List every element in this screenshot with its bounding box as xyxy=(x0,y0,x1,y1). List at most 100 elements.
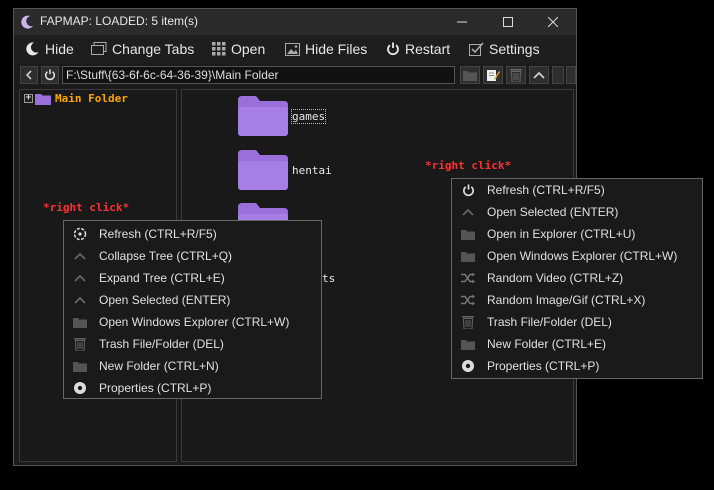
files-context-menu: Refresh (CTRL+R/F5) Open Selected (ENTER… xyxy=(451,178,703,379)
tree-node-main-folder[interactable]: + Main Folder xyxy=(24,92,128,105)
file-item[interactable]: games xyxy=(238,96,327,136)
ctx-new-folder-label: New Folder (CTRL+E) xyxy=(487,337,607,351)
ctx-open-selected-label: Open Selected (ENTER) xyxy=(487,205,619,219)
menu-open[interactable]: Open xyxy=(212,40,265,58)
ctx-refresh-label: Refresh (CTRL+R/F5) xyxy=(99,227,217,241)
image-icon xyxy=(285,42,300,56)
trash-icon xyxy=(462,316,474,329)
gear-icon xyxy=(462,360,474,372)
menu-settings-label: Settings xyxy=(489,41,540,57)
power-icon xyxy=(44,69,56,81)
tabs-icon xyxy=(91,42,107,55)
menu-settings[interactable]: Settings xyxy=(469,40,540,58)
ctx-random-video[interactable]: Random Video (CTRL+Z) xyxy=(452,267,702,289)
moon-icon xyxy=(26,42,39,56)
ctx-open-in-explorer-label: Open in Explorer (CTRL+U) xyxy=(487,227,636,241)
menu-restart[interactable]: Restart xyxy=(386,40,450,58)
ctx-collapse-tree[interactable]: Collapse Tree (CTRL+Q) xyxy=(64,245,321,267)
edit-button[interactable] xyxy=(483,66,503,84)
ctx-refresh[interactable]: Refresh (CTRL+R/F5) xyxy=(64,223,321,245)
pane-toggle-button-2[interactable] xyxy=(566,66,576,84)
tree-context-menu: Refresh (CTRL+R/F5) Collapse Tree (CTRL+… xyxy=(63,220,322,399)
menu-change-tabs[interactable]: Change Tabs xyxy=(91,40,194,58)
chevron-up-icon xyxy=(533,71,545,79)
menu-hide-label: Hide xyxy=(45,41,74,57)
grid-icon xyxy=(212,42,226,56)
trash-icon xyxy=(510,69,522,82)
back-button[interactable] xyxy=(20,66,38,84)
chevron-up-icon xyxy=(74,274,86,282)
refresh-button[interactable] xyxy=(41,66,59,84)
pane-toggle-button[interactable] xyxy=(552,66,564,84)
ctx-collapse-tree-label: Collapse Tree (CTRL+Q) xyxy=(99,249,233,263)
maximize-icon xyxy=(503,17,513,27)
ctx-trash[interactable]: Trash File/Folder (DEL) xyxy=(64,333,321,355)
ctx-new-folder-label: New Folder (CTRL+N) xyxy=(99,359,219,373)
ctx-open-windows-explorer[interactable]: Open Windows Explorer (CTRL+W) xyxy=(64,311,321,333)
checkbox-icon xyxy=(469,42,484,56)
ctx-trash[interactable]: Trash File/Folder (DEL) xyxy=(452,311,702,333)
power-icon xyxy=(387,42,399,56)
maximize-button[interactable] xyxy=(485,9,531,35)
ctx-properties-label: Properties (CTRL+P) xyxy=(487,359,600,373)
folder-icon xyxy=(463,70,477,81)
ctx-random-image[interactable]: Random Image/Gif (CTRL+X) xyxy=(452,289,702,311)
ctx-random-image-label: Random Image/Gif (CTRL+X) xyxy=(487,293,646,307)
folder-icon xyxy=(461,251,475,262)
window-title: FAPMAP: LOADED: 5 item(s) xyxy=(40,14,199,28)
menu-change-tabs-label: Change Tabs xyxy=(112,41,195,57)
file-item[interactable]: hentai xyxy=(238,150,332,190)
trash-button[interactable] xyxy=(506,66,526,84)
shuffle-icon xyxy=(460,294,475,306)
ctx-open-selected[interactable]: Open Selected (ENTER) xyxy=(64,289,321,311)
ctx-properties[interactable]: Properties (CTRL+P) xyxy=(64,377,321,399)
file-item-label: hentai xyxy=(292,163,332,177)
folder-icon xyxy=(238,96,288,136)
file-item-label: ts xyxy=(322,271,336,285)
annotation-left: *right click* xyxy=(43,201,130,214)
ctx-refresh-label: Refresh (CTRL+R/F5) xyxy=(487,183,605,197)
ctx-trash-label: Trash File/Folder (DEL) xyxy=(487,315,612,329)
folder-icon xyxy=(35,93,51,105)
gear-icon xyxy=(74,382,86,394)
ctx-properties-label: Properties (CTRL+P) xyxy=(99,381,212,395)
title-bar: FAPMAP: LOADED: 5 item(s) xyxy=(14,9,576,35)
menu-hide-files[interactable]: Hide Files xyxy=(285,40,367,58)
folder-icon xyxy=(461,229,475,240)
minimize-button[interactable] xyxy=(439,9,485,35)
ctx-open-windows-explorer-label: Open Windows Explorer (CTRL+W) xyxy=(99,315,290,329)
ctx-expand-tree-label: Expand Tree (CTRL+E) xyxy=(99,271,225,285)
minimize-icon xyxy=(457,21,467,23)
chevron-up-icon xyxy=(74,252,86,260)
expand-icon[interactable]: + xyxy=(24,94,33,103)
close-icon xyxy=(548,17,558,27)
moon-icon xyxy=(21,15,33,29)
folder-icon xyxy=(461,339,475,350)
folder-icon xyxy=(73,317,87,328)
ctx-expand-tree[interactable]: Expand Tree (CTRL+E) xyxy=(64,267,321,289)
power-icon xyxy=(462,183,474,196)
up-button[interactable] xyxy=(529,66,549,84)
path-input[interactable]: F:\Stuff\{63-6f-6c-64-36-39}\Main Folder xyxy=(62,66,455,84)
edit-icon xyxy=(487,70,500,81)
menu-open-label: Open xyxy=(231,41,266,57)
folder-button[interactable] xyxy=(460,66,480,84)
trash-icon xyxy=(74,338,86,351)
menu-hide-files-label: Hide Files xyxy=(305,41,368,57)
ctx-random-video-label: Random Video (CTRL+Z) xyxy=(487,271,624,285)
ctx-properties[interactable]: Properties (CTRL+P) xyxy=(452,355,702,377)
ctx-new-folder[interactable]: New Folder (CTRL+E) xyxy=(452,333,702,355)
shuffle-icon xyxy=(460,272,475,284)
menu-hide[interactable]: Hide xyxy=(24,40,74,58)
folder-icon xyxy=(238,150,288,190)
ctx-new-folder[interactable]: New Folder (CTRL+N) xyxy=(64,355,321,377)
ctx-open-selected-label: Open Selected (ENTER) xyxy=(99,293,231,307)
ctx-open-in-explorer[interactable]: Open in Explorer (CTRL+U) xyxy=(452,223,702,245)
ctx-refresh[interactable]: Refresh (CTRL+R/F5) xyxy=(452,179,702,201)
ctx-open-windows-explorer[interactable]: Open Windows Explorer (CTRL+W) xyxy=(452,245,702,267)
close-button[interactable] xyxy=(530,9,576,35)
ctx-open-windows-explorer-label: Open Windows Explorer (CTRL+W) xyxy=(487,249,678,263)
menu-bar: Hide Change Tabs Open Hide Files Restart… xyxy=(14,35,576,63)
tree-node-label: Main Folder xyxy=(55,92,128,105)
ctx-open-selected[interactable]: Open Selected (ENTER) xyxy=(452,201,702,223)
